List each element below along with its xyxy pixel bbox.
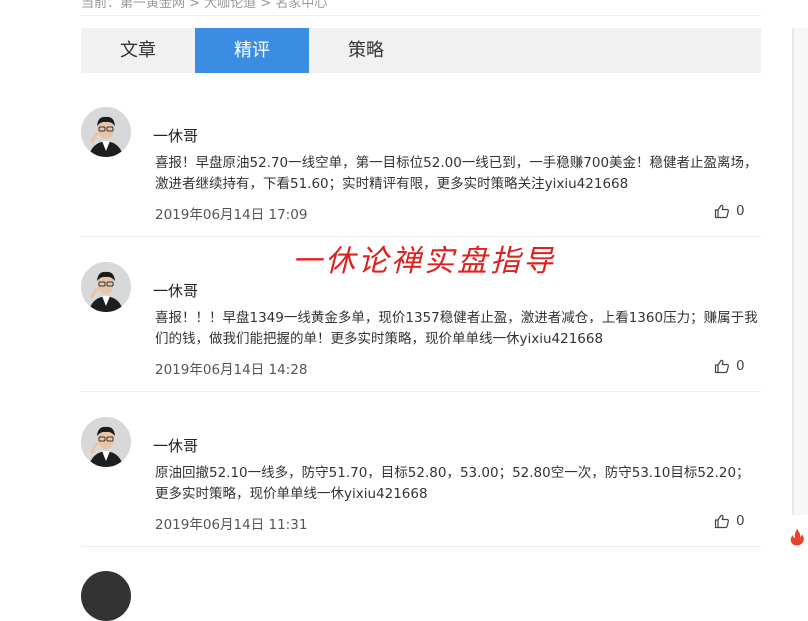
thumbs-up-icon (714, 359, 729, 374)
list-item: 一休哥 原油回撤52.10一线多，防守51.70，目标52.80，53.00；5… (81, 417, 761, 557)
avatar[interactable] (81, 571, 131, 621)
post-timestamp: 2019年06月14日 17:09 (155, 207, 308, 223)
avatar-portrait-icon (81, 107, 131, 157)
author-name[interactable]: 一休哥 (153, 280, 198, 301)
post-timestamp: 2019年06月14日 11:31 (155, 517, 308, 533)
thumbs-up-icon (714, 514, 729, 529)
like-count: 0 (736, 513, 745, 529)
item-divider (81, 391, 761, 392)
breadcrumb: 当前：第一黄金网 > 大咖论道 > 名家中心 (81, 0, 328, 11)
like-count: 0 (736, 203, 745, 219)
top-divider (81, 15, 761, 16)
tab-strategy[interactable]: 策略 (309, 28, 423, 73)
post-content: 喜报！！！早盘1349一线黄金多单，现价1357稳健者止盈，激进者减仓，上看13… (155, 310, 758, 347)
list-item: 一休哥 喜报！早盘原油52.70一线空单，第一目标位52.00一线已到，一手稳赚… (81, 107, 761, 247)
tab-reviews[interactable]: 精评 (195, 28, 309, 73)
watermark-text: 一休论禅实盘指导 (292, 244, 556, 279)
post-content: 喜报！早盘原油52.70一线空单，第一目标位52.00一线已到，一手稳赚700美… (155, 155, 758, 192)
tab-bar: 文章 精评 策略 (81, 28, 761, 73)
item-divider (81, 546, 761, 547)
avatar[interactable] (81, 262, 131, 312)
side-panel (794, 28, 808, 515)
post-timestamp: 2019年06月14日 14:28 (155, 362, 308, 378)
tab-articles[interactable]: 文章 (81, 28, 195, 73)
avatar-portrait-icon (81, 262, 131, 312)
like-button[interactable]: 0 (714, 358, 745, 374)
like-button[interactable]: 0 (714, 203, 745, 219)
thumbs-up-icon (714, 204, 729, 219)
flame-icon[interactable] (789, 528, 805, 546)
avatar-portrait-icon (81, 417, 131, 467)
author-name[interactable]: 一休哥 (153, 435, 198, 456)
avatar[interactable] (81, 417, 131, 467)
avatar[interactable] (81, 107, 131, 157)
post-content: 原油回撤52.10一线多，防守51.70，目标52.80，53.00；52.80… (155, 465, 750, 502)
like-count: 0 (736, 358, 745, 374)
list-item: 一休哥 喜报！！！早盘1349一线黄金多单，现价1357稳健者止盈，激进者减仓，… (81, 262, 761, 402)
author-name[interactable]: 一休哥 (153, 125, 198, 146)
like-button[interactable]: 0 (714, 513, 745, 529)
